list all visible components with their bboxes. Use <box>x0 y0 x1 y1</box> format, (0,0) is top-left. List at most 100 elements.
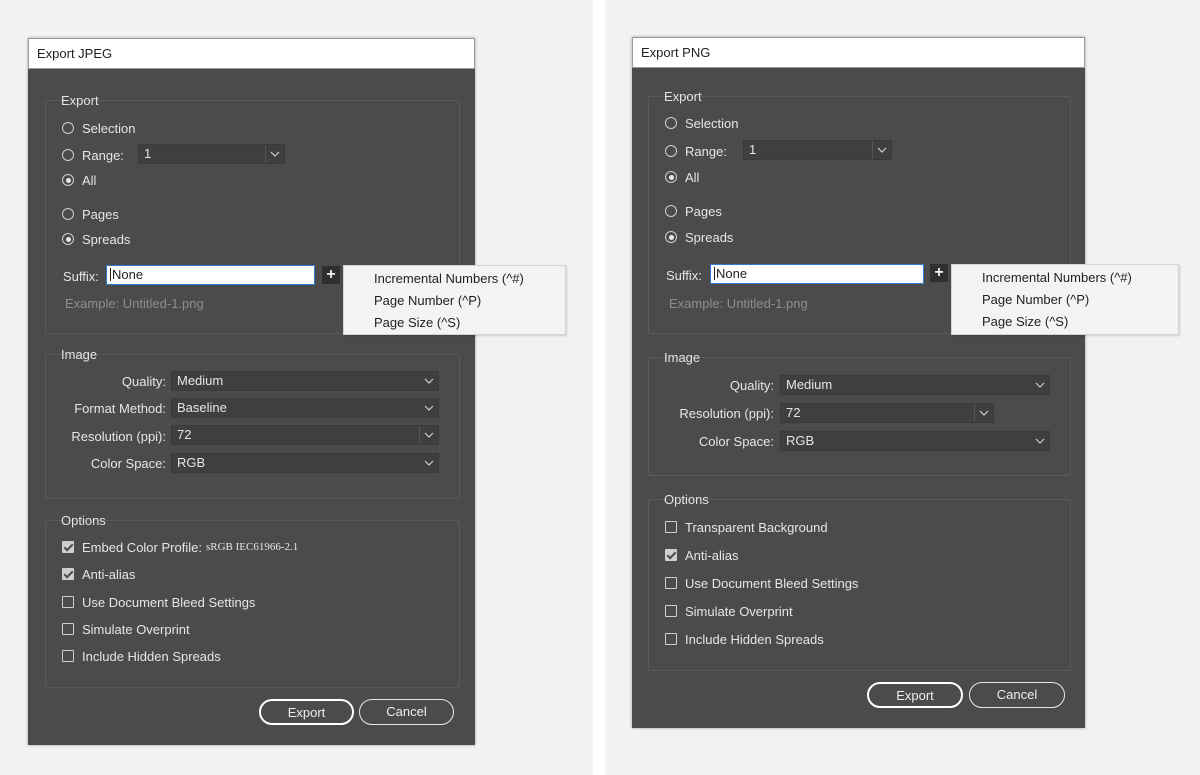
radio-all[interactable]: All <box>665 168 699 186</box>
quality-label: Quality: <box>122 374 166 389</box>
chevron-down-icon[interactable] <box>265 145 284 163</box>
checkbox-anti-alias[interactable]: Anti-alias <box>665 546 738 564</box>
checkbox-label: Transparent Background <box>685 520 828 535</box>
example-filename: Example: Untitled-1.png <box>65 296 204 311</box>
suffix-token-menu: Incremental Numbers (^#) Page Number (^P… <box>951 264 1179 335</box>
menu-item-page-size[interactable]: Page Size (^S) <box>374 315 460 330</box>
radio-circle[interactable] <box>665 117 677 129</box>
radio-all[interactable]: All <box>62 171 96 189</box>
radio-circle[interactable] <box>665 145 677 157</box>
resolution-label: Resolution (ppi): <box>679 406 774 421</box>
suffix-input[interactable]: None <box>710 264 924 284</box>
range-combobox[interactable]: 1 <box>743 140 892 160</box>
format-method-select[interactable]: Baseline <box>171 398 439 418</box>
resolution-label: Resolution (ppi): <box>71 429 166 444</box>
example-filename: Example: Untitled-1.png <box>669 296 808 311</box>
radio-spreads[interactable]: Spreads <box>665 228 733 246</box>
color-space-select[interactable]: RGB <box>780 431 1050 451</box>
chevron-down-icon[interactable] <box>419 426 438 444</box>
quality-value: Medium <box>177 373 223 388</box>
checkbox-box[interactable] <box>62 541 74 553</box>
radio-label: All <box>82 173 96 188</box>
checkbox-box[interactable] <box>62 596 74 608</box>
checkbox-box[interactable] <box>62 623 74 635</box>
radio-circle[interactable] <box>62 149 74 161</box>
range-value: 1 <box>144 146 151 161</box>
radio-label: Pages <box>82 207 119 222</box>
radio-circle[interactable] <box>665 205 677 217</box>
export-group-legend: Export <box>61 93 99 108</box>
suffix-input[interactable]: None <box>106 265 315 285</box>
radio-label: Selection <box>82 121 135 136</box>
export-button[interactable]: Export <box>259 699 354 725</box>
resolution-combobox[interactable]: 72 <box>171 425 439 445</box>
checkbox-simulate-overprint[interactable]: Simulate Overprint <box>62 620 190 638</box>
checkbox-document-bleed[interactable]: Use Document Bleed Settings <box>62 593 255 611</box>
menu-item-incremental-numbers[interactable]: Incremental Numbers (^#) <box>982 270 1132 285</box>
suffix-label: Suffix: <box>666 268 702 283</box>
menu-item-page-size[interactable]: Page Size (^S) <box>982 314 1068 329</box>
text-caret <box>714 267 715 280</box>
quality-select[interactable]: Medium <box>780 375 1050 395</box>
radio-circle[interactable] <box>665 231 677 243</box>
radio-circle[interactable] <box>665 171 677 183</box>
chevron-down-icon[interactable] <box>1031 432 1049 450</box>
radio-circle[interactable] <box>62 233 74 245</box>
checkbox-anti-alias[interactable]: Anti-alias <box>62 565 135 583</box>
checkbox-box[interactable] <box>665 549 677 561</box>
radio-spreads[interactable]: Spreads <box>62 230 130 248</box>
color-space-label: Color Space: <box>699 434 774 449</box>
export-button[interactable]: Export <box>867 682 963 708</box>
checkbox-label: Include Hidden Spreads <box>82 649 221 664</box>
checkbox-include-hidden-spreads[interactable]: Include Hidden Spreads <box>62 647 221 665</box>
checkbox-simulate-overprint[interactable]: Simulate Overprint <box>665 602 793 620</box>
quality-select[interactable]: Medium <box>171 371 439 391</box>
export-png-dialog: Export PNG Export Selection Range: 1 All… <box>632 37 1085 728</box>
resolution-combobox[interactable]: 72 <box>780 403 994 423</box>
chevron-down-icon[interactable] <box>420 454 438 472</box>
checkbox-label: Include Hidden Spreads <box>685 632 824 647</box>
resolution-value: 72 <box>786 405 800 420</box>
checkbox-box[interactable] <box>62 650 74 662</box>
chevron-down-icon[interactable] <box>420 399 438 417</box>
menu-item-page-number[interactable]: Page Number (^P) <box>982 292 1089 307</box>
checkbox-box[interactable] <box>665 633 677 645</box>
checkbox-include-hidden-spreads[interactable]: Include Hidden Spreads <box>665 630 824 648</box>
add-suffix-token-button[interactable]: + <box>322 266 340 284</box>
cancel-button[interactable]: Cancel <box>969 682 1065 708</box>
radio-pages[interactable]: Pages <box>665 202 722 220</box>
radio-range[interactable]: Range: <box>62 146 124 164</box>
radio-selection[interactable]: Selection <box>665 114 738 132</box>
color-space-select[interactable]: RGB <box>171 453 439 473</box>
radio-pages[interactable]: Pages <box>62 205 119 223</box>
checkbox-embed-color-profile[interactable]: Embed Color Profile: sRGB IEC61966-2.1 <box>62 538 298 556</box>
options-group-legend: Options <box>61 513 106 528</box>
add-suffix-token-button[interactable]: + <box>930 264 948 282</box>
radio-range[interactable]: Range: <box>665 142 727 160</box>
checkbox-transparent-background[interactable]: Transparent Background <box>665 518 828 536</box>
cancel-button[interactable]: Cancel <box>359 699 454 725</box>
radio-circle[interactable] <box>62 174 74 186</box>
checkbox-label: Use Document Bleed Settings <box>685 576 858 591</box>
checkbox-box[interactable] <box>665 521 677 533</box>
chevron-down-icon[interactable] <box>872 141 891 159</box>
radio-circle[interactable] <box>62 208 74 220</box>
image-group-legend: Image <box>61 347 97 362</box>
chevron-down-icon[interactable] <box>974 404 993 422</box>
checkbox-box[interactable] <box>665 605 677 617</box>
dialog-title: Export JPEG <box>28 38 475 69</box>
chevron-down-icon[interactable] <box>420 372 438 390</box>
chevron-down-icon[interactable] <box>1031 376 1049 394</box>
radio-selection[interactable]: Selection <box>62 119 135 137</box>
quality-label: Quality: <box>730 378 774 393</box>
color-space-label: Color Space: <box>91 456 166 471</box>
format-method-label: Format Method: <box>74 401 166 416</box>
menu-item-page-number[interactable]: Page Number (^P) <box>374 293 481 308</box>
radio-label: Range: <box>82 148 124 163</box>
radio-circle[interactable] <box>62 122 74 134</box>
checkbox-box[interactable] <box>62 568 74 580</box>
checkbox-box[interactable] <box>665 577 677 589</box>
menu-item-incremental-numbers[interactable]: Incremental Numbers (^#) <box>374 271 524 286</box>
checkbox-document-bleed[interactable]: Use Document Bleed Settings <box>665 574 858 592</box>
range-combobox[interactable]: 1 <box>138 144 285 164</box>
